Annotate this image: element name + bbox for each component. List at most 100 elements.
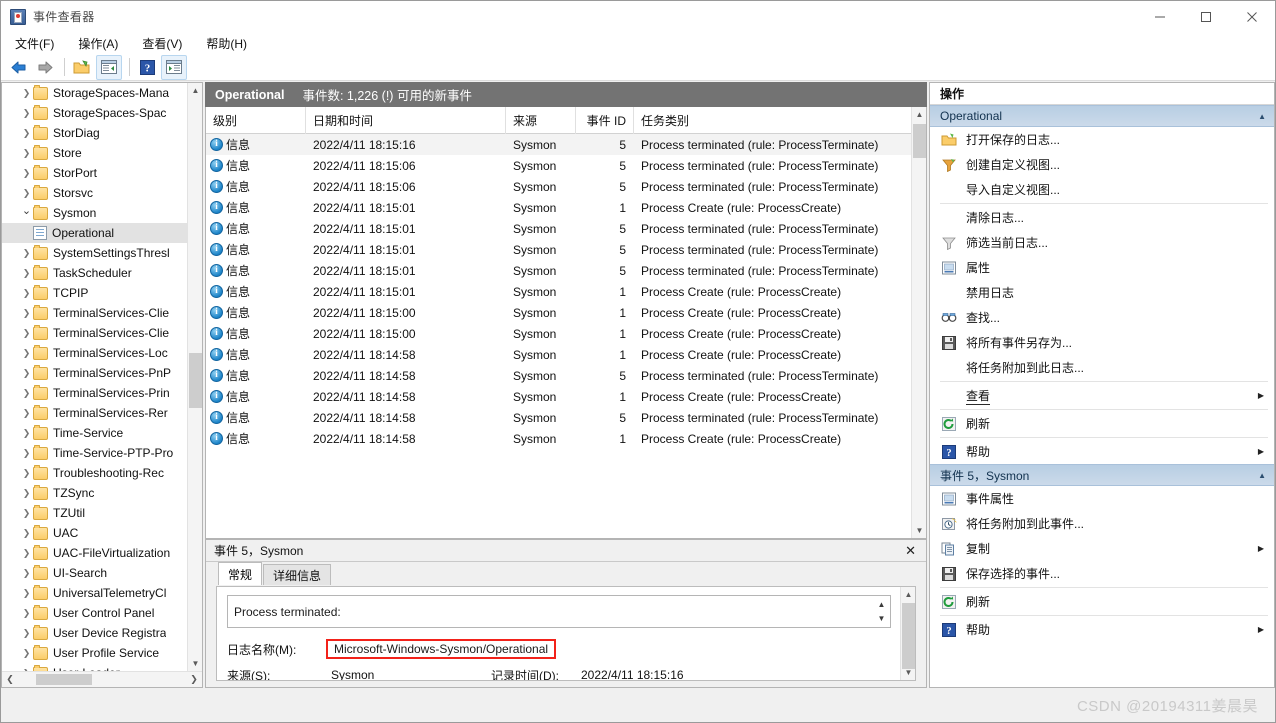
chevron-right-icon[interactable]: ❯ xyxy=(20,148,33,158)
tree-scroll-up-arrow[interactable]: ▲ xyxy=(188,83,202,98)
tree-item-storport[interactable]: ❯ StorPort xyxy=(2,163,187,183)
actions-list[interactable]: Operational ▲ 打开保存的日志... 创建自定义视图... 导入自定义视图.… xyxy=(930,105,1274,642)
action-item-复制[interactable]: 复制 ▶ xyxy=(930,536,1274,561)
column-header-1[interactable]: 日期和时间 xyxy=(306,107,506,134)
tree-scroll-down-arrow[interactable]: ▼ xyxy=(188,656,202,671)
chevron-right-icon[interactable]: ❯ xyxy=(20,508,33,518)
forward-icon[interactable] xyxy=(33,56,57,79)
table-row[interactable]: 信息 2022/4/11 18:15:16 Sysmon 5 Process termi… xyxy=(206,134,911,155)
chevron-right-icon[interactable]: ❯ xyxy=(20,268,33,278)
detail-scroll-thumb[interactable] xyxy=(902,603,915,669)
table-row[interactable]: 信息 2022/4/11 18:14:58 Sysmon 1 Process Creat… xyxy=(206,344,911,365)
tree-item-terminalservices-clie[interactable]: ❯ TerminalServices-Clie xyxy=(2,303,187,323)
action-item-禁用日志[interactable]: 禁用日志 xyxy=(930,280,1274,305)
table-row[interactable]: 信息 2022/4/11 18:15:01 Sysmon 1 Process Creat… xyxy=(206,281,911,302)
tree-hscroll-thumb[interactable] xyxy=(36,674,92,685)
tree-item-terminalservices-rer[interactable]: ❯ TerminalServices-Rer xyxy=(2,403,187,423)
chevron-right-icon[interactable]: ❯ xyxy=(20,448,33,458)
menu-help[interactable]: 帮助(H) xyxy=(202,34,251,53)
menu-view[interactable]: 查看(V) xyxy=(138,34,186,53)
close-button[interactable] xyxy=(1229,1,1275,32)
action-item-帮助[interactable]: ? 帮助 ▶ xyxy=(930,439,1274,464)
tree-item-user-device-registra[interactable]: ❯ User Device Registra xyxy=(2,623,187,643)
action-item-刷新[interactable]: 刷新 xyxy=(930,589,1274,614)
table-row[interactable]: 信息 2022/4/11 18:14:58 Sysmon 1 Process Creat… xyxy=(206,428,911,449)
action-item-打开保存的日志[interactable]: 打开保存的日志... xyxy=(930,127,1274,152)
action-item-将任务附加到此事件[interactable]: 将任务附加到此事件... xyxy=(930,511,1274,536)
tree-item-store[interactable]: ❯ Store xyxy=(2,143,187,163)
tab-details[interactable]: 详细信息 xyxy=(263,564,332,585)
table-row[interactable]: 信息 2022/4/11 18:15:01 Sysmon 5 Process termi… xyxy=(206,260,911,281)
table-row[interactable]: 信息 2022/4/11 18:14:58 Sysmon 5 Process termi… xyxy=(206,365,911,386)
table-row[interactable]: 信息 2022/4/11 18:15:01 Sysmon 5 Process termi… xyxy=(206,239,911,260)
show-hide-console-tree-icon[interactable] xyxy=(96,54,122,80)
action-item-保存选择的事件[interactable]: 保存选择的事件... xyxy=(930,561,1274,586)
table-row[interactable]: 信息 2022/4/11 18:15:00 Sysmon 1 Process Creat… xyxy=(206,323,911,344)
chevron-right-icon[interactable]: ❯ xyxy=(20,188,33,198)
tree-item-terminalservices-prin[interactable]: ❯ TerminalServices-Prin xyxy=(2,383,187,403)
chevron-right-icon[interactable]: ❯ xyxy=(20,388,33,398)
chevron-right-icon[interactable]: ❯ xyxy=(20,608,33,618)
chevron-right-icon[interactable]: ❯ xyxy=(20,528,33,538)
tree-item-tzsync[interactable]: ❯ TZSync xyxy=(2,483,187,503)
menu-action[interactable]: 操作(A) xyxy=(74,34,122,53)
action-item-创建自定义视图[interactable]: 创建自定义视图... xyxy=(930,152,1274,177)
table-row[interactable]: 信息 2022/4/11 18:15:00 Sysmon 1 Process Creat… xyxy=(206,302,911,323)
tree-scroll-left-arrow[interactable]: ❮ xyxy=(2,672,18,687)
chevron-right-icon[interactable]: ❯ xyxy=(20,308,33,318)
detail-vertical-scrollbar[interactable]: ▲ ▼ xyxy=(900,587,915,680)
list-scroll-down-arrow[interactable]: ▼ xyxy=(912,523,926,538)
tab-general[interactable]: 常规 xyxy=(218,562,263,585)
chevron-right-icon[interactable]: ❯ xyxy=(20,428,33,438)
column-header-3[interactable]: 事件 ID xyxy=(576,107,634,134)
tree-vertical-scrollbar[interactable]: ▲ ▼ xyxy=(187,83,202,671)
chevron-right-icon[interactable]: ❯ xyxy=(20,488,33,498)
action-item-事件属性[interactable]: 事件属性 xyxy=(930,486,1274,511)
tree-item-time-service[interactable]: ❯ Time-Service xyxy=(2,423,187,443)
chevron-right-icon[interactable]: ❯ xyxy=(20,628,33,638)
action-item-刷新[interactable]: 刷新 xyxy=(930,411,1274,436)
tree-item-terminalservices-clie[interactable]: ❯ TerminalServices-Clie xyxy=(2,323,187,343)
tree-item-storagespaces-spac[interactable]: ❯ StorageSpaces-Spac xyxy=(2,103,187,123)
chevron-right-icon[interactable]: ❯ xyxy=(20,328,33,338)
tree-item-universaltelemetrycl[interactable]: ❯ UniversalTelemetryCl xyxy=(2,583,187,603)
close-icon[interactable]: ✕ xyxy=(901,543,920,559)
tree-scroll-thumb[interactable] xyxy=(189,353,202,408)
detail-scroll-up-arrow[interactable]: ▲ xyxy=(901,587,915,602)
tree-scroll-right-arrow[interactable]: ❯ xyxy=(186,672,202,687)
actions-group-header-Operational[interactable]: Operational ▲ xyxy=(930,105,1274,127)
tree-item-ui-search[interactable]: ❯ UI-Search xyxy=(2,563,187,583)
tree-item-time-service-ptp-pro[interactable]: ❯ Time-Service-PTP-Pro xyxy=(2,443,187,463)
action-item-属性[interactable]: 属性 xyxy=(930,255,1274,280)
chevron-down-icon[interactable]: ⌄ xyxy=(20,205,33,217)
list-scroll-thumb[interactable] xyxy=(913,124,926,158)
detail-scroll-down-arrow[interactable]: ▼ xyxy=(901,665,915,680)
help-icon[interactable]: ? xyxy=(135,56,159,79)
collapse-triangle-icon[interactable]: ▲ xyxy=(1258,112,1266,121)
tree-item-tzutil[interactable]: ❯ TZUtil xyxy=(2,503,187,523)
event-list-rows[interactable]: 信息 2022/4/11 18:15:16 Sysmon 5 Process termi… xyxy=(206,134,911,538)
chevron-right-icon[interactable]: ❯ xyxy=(20,468,33,478)
action-item-将任务附加到此日志[interactable]: 将任务附加到此日志... xyxy=(930,355,1274,380)
column-header-2[interactable]: 来源 xyxy=(506,107,576,134)
tree-item-terminalservices-loc[interactable]: ❯ TerminalServices-Loc xyxy=(2,343,187,363)
console-tree[interactable]: ❯ StorageSpaces-Mana ❯ StorageSpaces-Spac ❯ S… xyxy=(2,83,187,671)
tree-item-user-control-panel[interactable]: ❯ User Control Panel xyxy=(2,603,187,623)
chevron-right-icon[interactable]: ❯ xyxy=(20,368,33,378)
chevron-right-icon[interactable]: ❯ xyxy=(20,168,33,178)
table-row[interactable]: 信息 2022/4/11 18:15:01 Sysmon 5 Process termi… xyxy=(206,218,911,239)
chevron-right-icon[interactable]: ❯ xyxy=(20,648,33,658)
tree-item-uac-filevirtualization[interactable]: ❯ UAC-FileVirtualization xyxy=(2,543,187,563)
action-item-帮助[interactable]: ? 帮助 ▶ xyxy=(930,617,1274,642)
event-list-scrollbar[interactable]: ▲ ▼ xyxy=(911,107,926,538)
tree-item-operational[interactable]: Operational xyxy=(2,223,187,243)
actions-group-header-event-5-sysmon[interactable]: 事件 5，Sysmon ▲ xyxy=(930,464,1274,486)
action-item-筛选当前日志[interactable]: 筛选当前日志... xyxy=(930,230,1274,255)
submenu-arrow-icon[interactable]: ▶ xyxy=(1258,625,1264,634)
tree-item-storsvc[interactable]: ❯ Storsvc xyxy=(2,183,187,203)
tree-item-taskscheduler[interactable]: ❯ TaskScheduler xyxy=(2,263,187,283)
tree-item-user-loader[interactable]: ❯User-Loader xyxy=(2,663,187,671)
collapse-triangle-icon[interactable]: ▲ xyxy=(1258,471,1266,480)
chevron-right-icon[interactable]: ❯ xyxy=(20,548,33,558)
tree-item-terminalservices-pnp[interactable]: ❯ TerminalServices-PnP xyxy=(2,363,187,383)
